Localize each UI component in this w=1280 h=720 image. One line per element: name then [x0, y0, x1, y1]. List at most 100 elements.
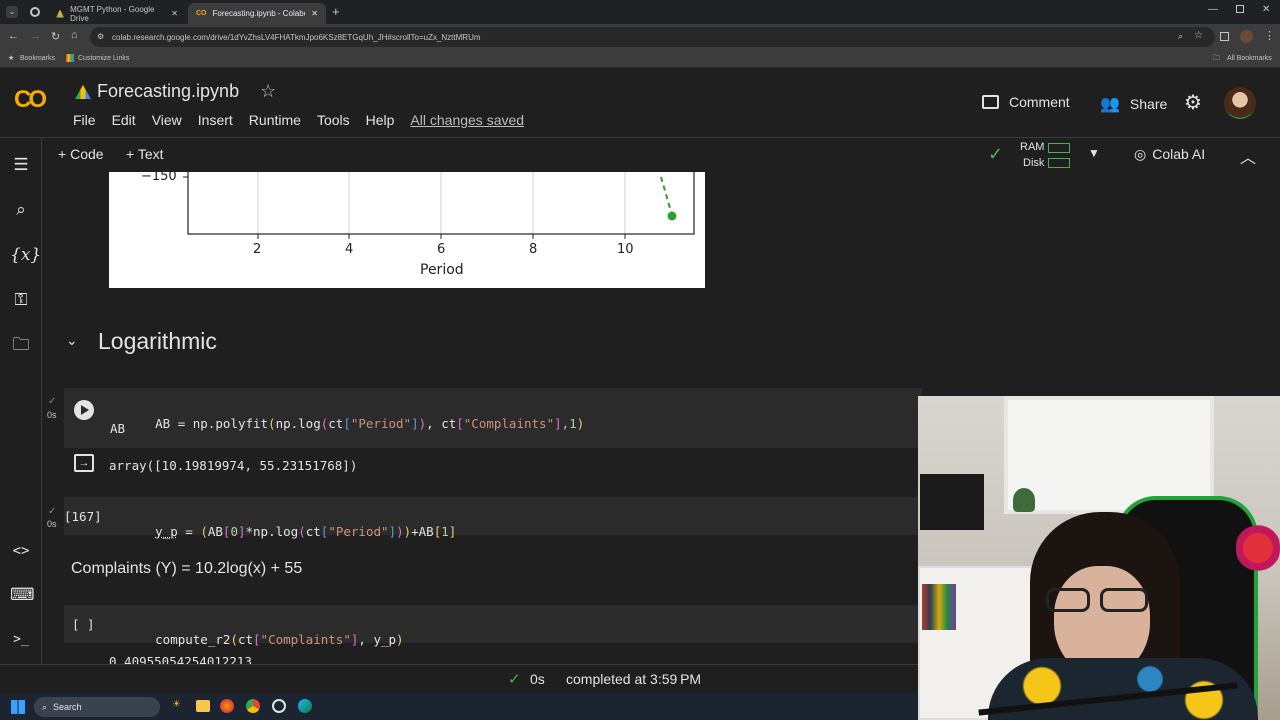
back-icon[interactable]: ← [8, 30, 19, 42]
forecast-line [660, 176, 673, 216]
disk-bar [1048, 158, 1070, 168]
firefox-icon[interactable] [220, 699, 234, 713]
site-info-icon[interactable]: ⚙ [97, 32, 104, 41]
share-button[interactable]: 👥 Share [1100, 94, 1167, 114]
menu-edit[interactable]: Edit [112, 112, 136, 128]
menu-file[interactable]: File [73, 112, 96, 128]
code-cell[interactable]: [ ] compute_r2(ct["Complaints"], y_p) [64, 605, 922, 647]
code-line[interactable]: AB = np.polyfit(np.log(ct["Period"]), ct… [110, 401, 584, 446]
edge-icon[interactable] [298, 699, 312, 713]
comment-icon [982, 95, 999, 109]
section-collapse-icon[interactable]: ⌄ [66, 332, 78, 349]
browser-tab-bar: ⌄ MGMT Python - Google Drive ✕ CO Foreca… [0, 0, 1280, 24]
code-cell[interactable]: AB = np.polyfit(np.log(ct["Period"]), ct… [64, 388, 922, 448]
tab-list-icon[interactable]: ⌄ [6, 6, 18, 18]
add-code-button[interactable]: + Code [58, 146, 104, 162]
avatar[interactable] [1224, 87, 1256, 119]
search-icon[interactable]: ⌕ [10, 199, 32, 221]
run-cell-button[interactable] [74, 400, 94, 420]
forward-icon[interactable]: → [30, 30, 41, 42]
tab-forecasting[interactable]: CO Forecasting.ipynb - Colaborato ✕ [188, 3, 326, 24]
cell-exec-time: 0s [47, 519, 57, 529]
colab-header: CO Forecasting.ipynb ☆ File Edit View In… [0, 68, 1280, 138]
code-token: , ct [426, 416, 457, 431]
add-text-label: Text [137, 146, 164, 162]
table-of-contents-icon[interactable]: ☰ [10, 154, 32, 176]
menu-view[interactable]: View [152, 112, 182, 128]
code-number: 0 [230, 524, 238, 539]
profile-icon[interactable] [1240, 30, 1253, 43]
x-tick-label: 8 [529, 242, 538, 257]
code-token: ) [576, 416, 585, 431]
share-label: Share [1129, 96, 1168, 112]
menu-runtime[interactable]: Runtime [249, 112, 301, 128]
customize-links[interactable]: Customize Links [78, 55, 129, 62]
bookmark-star-icon[interactable]: ☆ [1194, 30, 1203, 41]
code-line[interactable]: AB [110, 421, 125, 436]
menu-insert[interactable]: Insert [198, 112, 233, 128]
code-cell[interactable]: [167] y_p = (AB[0]*np.log(ct["Period"]))… [64, 497, 922, 539]
file-explorer-icon[interactable] [196, 700, 210, 712]
zoom-icon[interactable]: ⌕ [1178, 31, 1183, 42]
menu-dots-icon[interactable]: ⋮ [1264, 29, 1275, 42]
terminal-icon[interactable]: >_ [10, 629, 32, 651]
code-token: ] [448, 524, 457, 539]
bookmarks-link[interactable]: Bookmarks [20, 55, 55, 62]
code-token: AB = np.polyfit [155, 416, 269, 431]
all-bookmarks-link[interactable]: All Bookmarks [1227, 55, 1272, 62]
webcam-overlay [918, 396, 1280, 720]
code-token: ) [403, 524, 412, 539]
close-icon[interactable]: ✕ [311, 9, 318, 18]
status-completed[interactable]: completed at 3:59 PM [566, 671, 701, 687]
cell-prompt[interactable]: [167] [64, 509, 102, 524]
markdown-text[interactable]: Complaints (Y) = 10.2log(x) + 55 [71, 560, 302, 578]
variables-icon[interactable]: {x} [10, 244, 41, 266]
menu-tools[interactable]: Tools [317, 112, 350, 128]
command-palette-icon[interactable]: ⌨ [10, 584, 35, 606]
colab-logo[interactable]: CO [14, 86, 47, 114]
maximize-icon[interactable] [1236, 5, 1244, 13]
code-snippets-icon[interactable]: <> [10, 540, 32, 562]
code-line[interactable]: y_p = (AB[0]*np.log(ct["Period"]))+AB[1] [110, 509, 456, 554]
side-panel-icon[interactable] [1220, 32, 1229, 41]
notebook-title[interactable]: Forecasting.ipynb [97, 81, 239, 102]
star-icon[interactable]: ☆ [260, 81, 276, 102]
apps-icon [66, 54, 74, 62]
home-icon[interactable]: ⌂ [71, 29, 78, 41]
cell-prompt[interactable]: [ ] [72, 617, 95, 632]
runtime-dropdown-icon[interactable]: ▼ [1088, 146, 1100, 160]
files-folder-icon[interactable]: 🗀 [10, 334, 32, 356]
minimize-icon[interactable]: — [1208, 4, 1218, 15]
saved-status[interactable]: All changes saved [410, 112, 524, 128]
connected-check-icon: ✓ [988, 144, 1004, 164]
colab-ai-button[interactable]: ◎ Colab AI [1134, 146, 1205, 163]
plant [1013, 488, 1035, 512]
code-token: ct [305, 524, 321, 539]
windows-start-icon[interactable] [11, 700, 25, 714]
output-redirect-icon[interactable]: → [74, 454, 94, 472]
menu-help[interactable]: Help [366, 112, 395, 128]
drive-icon [56, 9, 65, 18]
add-text-button[interactable]: + Text [126, 146, 164, 162]
secrets-key-icon[interactable]: ⚿ [10, 289, 32, 311]
status-exec-time[interactable]: 0s [530, 671, 545, 687]
code-token: ( [200, 524, 208, 539]
weather-icon[interactable]: ☀ [172, 699, 181, 710]
settings-gear-icon[interactable]: ⚙ [1184, 90, 1202, 115]
obs-icon[interactable] [272, 699, 286, 713]
close-icon[interactable]: ✕ [171, 9, 178, 18]
collapse-chevron-icon[interactable]: ︿ [1240, 144, 1256, 168]
reload-icon[interactable]: ↻ [51, 30, 60, 43]
new-tab-icon[interactable]: + [332, 4, 340, 19]
chrome-taskbar-icon[interactable] [246, 699, 260, 713]
url-field[interactable]: ⚙ colab.research.google.com/drive/1dYvZh… [90, 27, 1215, 47]
ram-disk-indicator[interactable]: RAM Disk [1020, 141, 1072, 169]
cell-status-check-icon: ✓ [48, 396, 57, 407]
plot-output: −150 2 4 6 8 10 Period [109, 172, 705, 288]
taskbar-search-box[interactable]: ⌕ Search [34, 697, 160, 717]
code-token: ] [411, 416, 419, 431]
tab-google-drive[interactable]: MGMT Python - Google Drive ✕ [48, 3, 186, 24]
cell-output: array([10.19819974, 55.23151768]) [109, 458, 358, 473]
close-window-icon[interactable]: ✕ [1262, 4, 1270, 15]
comment-button[interactable]: Comment [982, 94, 1070, 110]
